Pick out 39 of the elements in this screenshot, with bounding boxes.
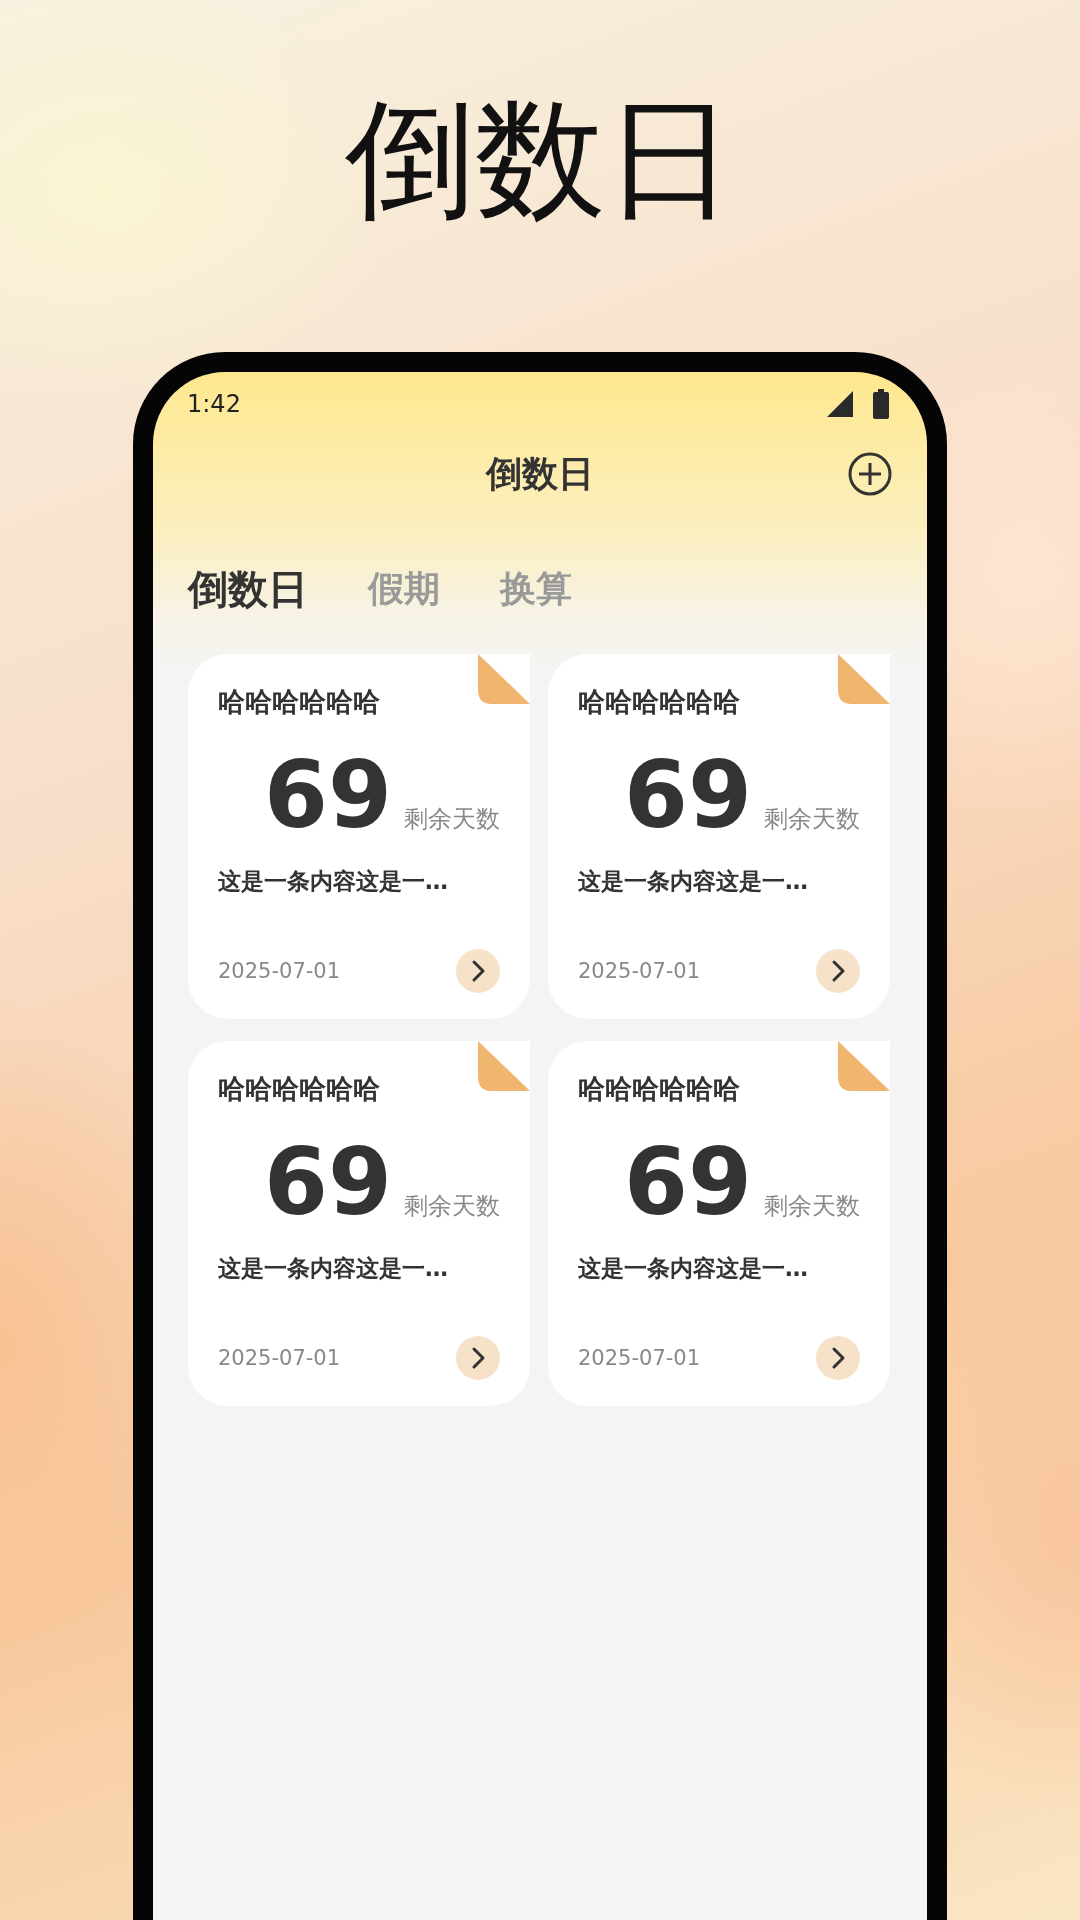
- days-label: 剩余天数: [764, 1191, 860, 1222]
- days-label: 剩余天数: [404, 804, 500, 835]
- countdown-card[interactable]: 哈哈哈哈哈哈 69 剩余天数 这是一条内容这是一… 2025-07-01: [548, 654, 890, 1019]
- chevron-button-icon[interactable]: [816, 1336, 860, 1380]
- card-title: 哈哈哈哈哈哈: [218, 685, 380, 719]
- card-description: 这是一条内容这是一…: [578, 867, 808, 896]
- card-date: 2025-07-01: [578, 1346, 701, 1370]
- card-title: 哈哈哈哈哈哈: [578, 685, 740, 719]
- battery-icon: [873, 389, 889, 419]
- app-title: 倒数日: [486, 451, 594, 496]
- chevron-button-icon[interactable]: [456, 949, 500, 993]
- signal-icon: [825, 389, 855, 419]
- days-label: 剩余天数: [764, 804, 860, 835]
- days-count: 69: [623, 1137, 752, 1229]
- card-date: 2025-07-01: [218, 1346, 341, 1370]
- folded-corner-icon: [838, 654, 890, 706]
- days-count: 69: [263, 750, 392, 842]
- card-date: 2025-07-01: [578, 959, 701, 983]
- folded-corner-icon: [838, 1041, 890, 1093]
- status-time: 1:42: [187, 390, 241, 418]
- days-label: 剩余天数: [404, 1191, 500, 1222]
- folded-corner-icon: [478, 654, 530, 706]
- countdown-card[interactable]: 哈哈哈哈哈哈 69 剩余天数 这是一条内容这是一… 2025-07-01: [188, 1041, 530, 1406]
- days-count: 69: [263, 1137, 392, 1229]
- chevron-button-icon[interactable]: [816, 949, 860, 993]
- folded-corner-icon: [478, 1041, 530, 1093]
- card-description: 这是一条内容这是一…: [578, 1254, 808, 1283]
- card-description: 这是一条内容这是一…: [218, 1254, 448, 1283]
- countdown-card[interactable]: 哈哈哈哈哈哈 69 剩余天数 这是一条内容这是一… 2025-07-01: [188, 654, 530, 1019]
- countdown-card[interactable]: 哈哈哈哈哈哈 69 剩余天数 这是一条内容这是一… 2025-07-01: [548, 1041, 890, 1406]
- card-title: 哈哈哈哈哈哈: [218, 1072, 380, 1106]
- headline: 倒数日: [345, 82, 735, 237]
- chevron-button-icon[interactable]: [456, 1336, 500, 1380]
- card-date: 2025-07-01: [218, 959, 341, 983]
- tab[interactable]: 倒数日: [188, 561, 308, 617]
- card-description: 这是一条内容这是一…: [218, 867, 448, 896]
- add-icon[interactable]: [847, 451, 893, 497]
- days-count: 69: [623, 750, 752, 842]
- card-title: 哈哈哈哈哈哈: [578, 1072, 740, 1106]
